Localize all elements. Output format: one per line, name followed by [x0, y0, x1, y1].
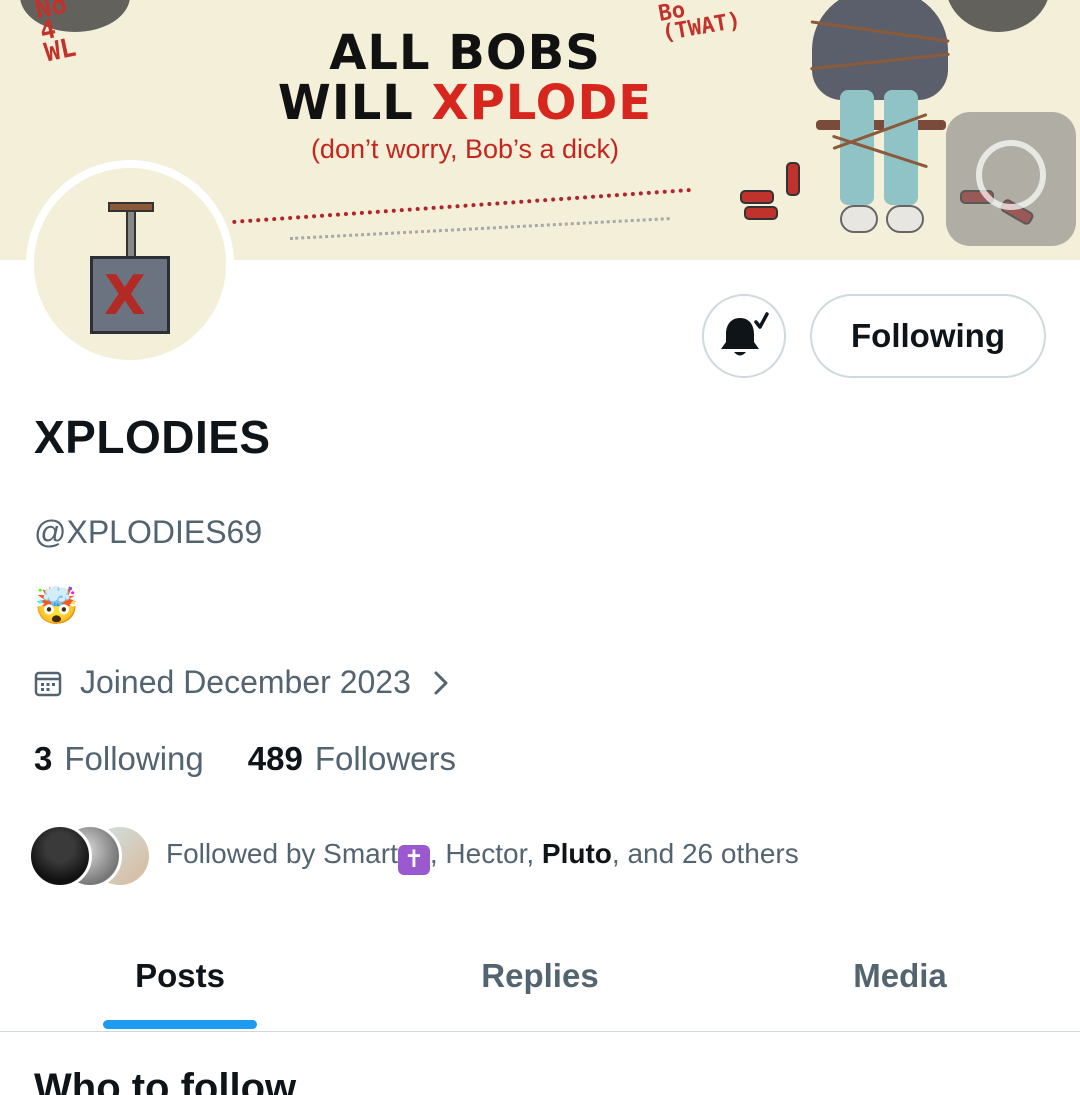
tab-posts[interactable]: Posts [0, 920, 360, 1032]
banner-line-2a: WILL [277, 75, 432, 131]
followed-by-avatars [28, 822, 156, 890]
avatar [28, 824, 92, 888]
banner-scrawl-right: Bo (TWAT) [656, 0, 743, 47]
avatar-image: X [34, 168, 226, 360]
profile-bio: 🤯 [34, 585, 79, 626]
banner-media-overlay[interactable] [946, 112, 1076, 246]
detonator-rod [126, 210, 136, 258]
bell-check-icon [721, 312, 769, 356]
calendar-icon [34, 671, 62, 696]
followed-by-middle: , Hector, [429, 837, 542, 869]
banner-line-2: WILL XPLODE [270, 78, 660, 128]
followed-by-suffix: , and 26 others [611, 837, 799, 869]
latin-cross-emoji-icon: ✝ [397, 844, 430, 875]
who-to-follow-heading: Who to follow [34, 1066, 297, 1095]
dynamite-stick [744, 206, 778, 220]
figure-shoe-right [886, 205, 924, 233]
profile-tabs: Posts Replies Media [0, 920, 1080, 1032]
figure-leg-right [884, 90, 918, 205]
follow-counts: 3 Following 489 Followers [34, 740, 500, 778]
followed-by-text: Followed by Smart ✝, Hector, Pluto, and 2… [166, 838, 799, 875]
profile-display-name: XPLODIES [34, 411, 271, 463]
followed-by-prefix: Followed by Smart [166, 837, 398, 869]
figure-shoe-left [840, 205, 878, 233]
joined-date-text: Joined December 2023 [80, 664, 411, 700]
detonator-x-mark: X [104, 264, 146, 327]
banner-subtitle: (don’t worry, Bob’s a dick) [310, 134, 620, 164]
followed-by-bold-name: Pluto [541, 837, 612, 869]
following-button[interactable]: Following [810, 294, 1046, 378]
chevron-right-icon [434, 671, 448, 694]
tab-media[interactable]: Media [720, 920, 1080, 1032]
dynamite-stick [740, 190, 774, 204]
banner-headline: ALL BOBS WILL XPLODE (don’t worry, Bob’s… [270, 28, 660, 165]
followers-label: Followers [314, 740, 457, 777]
followed-by-row[interactable]: Followed by Smart ✝, Hector, Pluto, and 2… [28, 822, 799, 890]
overlay-ring-icon [976, 140, 1046, 210]
notifications-bell-button[interactable] [702, 294, 786, 378]
profile-handle: @XPLODIES69 [34, 514, 263, 550]
tab-replies[interactable]: Replies [360, 920, 720, 1032]
banner-line-2b: XPLODE [431, 75, 653, 131]
followers-count-link[interactable]: 489 Followers [248, 740, 456, 778]
active-tab-indicator [103, 1020, 257, 1029]
joined-date-row[interactable]: Joined December 2023 [34, 664, 449, 701]
banner-tied-figure [800, 0, 960, 240]
following-label: Following [64, 740, 204, 777]
profile-avatar[interactable]: X [26, 160, 234, 368]
figure-body [812, 0, 948, 100]
banner-line-1: ALL BOBS [329, 25, 601, 81]
followers-count: 489 [247, 740, 303, 777]
more-options-button[interactable] [946, 0, 1050, 32]
following-count-link[interactable]: 3 Following [34, 740, 204, 778]
following-count: 3 [34, 740, 53, 777]
dynamite-stick [786, 162, 800, 196]
